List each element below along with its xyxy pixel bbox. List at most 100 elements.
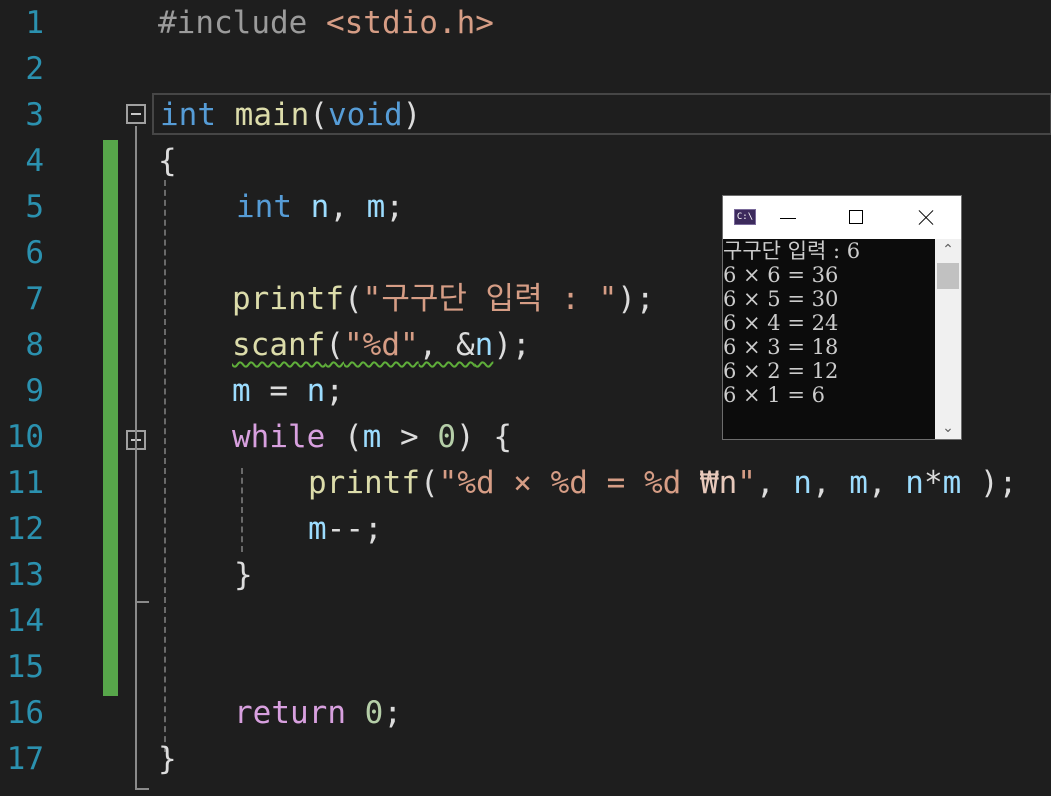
function-name: printf — [308, 465, 420, 501]
console-app-icon: C:\ — [734, 209, 756, 225]
close-icon[interactable] — [914, 206, 938, 230]
keyword: int — [160, 97, 216, 133]
code-line-4[interactable]: { — [158, 138, 177, 184]
outline-bracket-while-end — [135, 601, 149, 603]
punctuation: ( — [309, 97, 328, 133]
line-number: 11 — [6, 465, 44, 501]
line-number: 7 — [25, 281, 44, 317]
line-number: 3 — [25, 97, 44, 133]
punctuation: ; — [383, 695, 402, 731]
outline-bracket-while — [135, 452, 137, 602]
line-number: 4 — [25, 143, 44, 179]
code-line-16[interactable]: return 0; — [234, 690, 402, 736]
preprocessor-directive: #include — [158, 5, 308, 41]
code-line-13[interactable]: } — [234, 552, 253, 598]
code-line-17[interactable]: } — [158, 736, 177, 782]
variable: m — [849, 465, 868, 501]
line-number: 17 — [6, 741, 44, 777]
line-number: 13 — [6, 557, 44, 593]
line-number: 5 — [25, 189, 44, 225]
line-number: 1 — [25, 5, 44, 41]
line-number: 14 — [6, 603, 44, 639]
string-literal: "구구단 입력 : " — [362, 281, 618, 317]
operator: = — [250, 373, 307, 409]
line-number: 10 — [6, 419, 44, 455]
console-line: 구구단 입력 : 6 — [723, 239, 861, 263]
console-output: 구구단 입력 : 6 6 × 6 = 36 6 × 5 = 30 6 × 4 =… — [723, 239, 935, 439]
punctuation: ; — [385, 189, 405, 225]
punctuation: , — [811, 465, 850, 501]
console-line: 6 × 2 = 12 — [723, 359, 839, 383]
variable: m — [942, 465, 962, 501]
variable: m — [232, 373, 251, 409]
punctuation: ) — [402, 97, 422, 133]
line-number: 16 — [6, 695, 44, 731]
string-literal: " — [737, 465, 756, 501]
collapse-main-icon[interactable] — [126, 104, 146, 124]
line-number: 2 — [25, 51, 44, 87]
code-line-1[interactable]: #include <stdio.h> — [158, 0, 494, 46]
scroll-up-icon[interactable]: ⌃ — [935, 239, 961, 261]
function-name: printf — [232, 281, 344, 317]
control-keyword: return — [234, 695, 346, 731]
variable: m — [366, 189, 386, 225]
variable: n — [793, 465, 812, 501]
control-keyword: while — [232, 419, 326, 455]
console-window[interactable]: C:\ 구구단 입력 : 6 6 × 6 = 36 6 × 5 = 30 6 ×… — [722, 195, 962, 440]
punctuation: ( — [325, 419, 363, 455]
console-line: 6 × 5 = 30 — [723, 287, 839, 311]
punctuation: , — [755, 465, 794, 501]
include-header: <stdio.h> — [325, 5, 494, 41]
variable: n — [474, 327, 494, 363]
scrollbar-thumb[interactable] — [937, 263, 959, 289]
console-line: 6 × 3 = 18 — [723, 335, 839, 359]
line-number: 9 — [25, 373, 44, 409]
change-tracking-bar — [103, 140, 118, 696]
operator: * — [923, 465, 943, 501]
code-line-9[interactable]: m = n; — [232, 368, 344, 414]
maximize-icon[interactable] — [845, 206, 869, 230]
string-literal: "%d × %d = %d — [438, 465, 700, 501]
code-line-5[interactable]: int n, m; — [236, 184, 404, 230]
line-number: 15 — [6, 649, 44, 685]
variable: n — [310, 189, 330, 225]
number-literal: 0 — [437, 419, 456, 455]
line-number: 12 — [6, 511, 44, 547]
operator: --; — [326, 511, 383, 547]
punctuation: , — [867, 465, 906, 501]
number-literal: 0 — [364, 695, 384, 731]
punctuation: ); — [961, 465, 1018, 501]
punctuation: , & — [418, 327, 475, 363]
punctuation: ); — [493, 327, 531, 363]
punctuation: ) { — [456, 419, 512, 455]
variable: m — [362, 419, 382, 455]
code-line-11[interactable]: printf("%d × %d = %d ₩n", n, m, n*m ); — [308, 460, 1017, 506]
minimize-icon[interactable] — [777, 206, 801, 230]
console-scrollbar[interactable]: ⌃ ⌄ — [935, 239, 961, 439]
keyword: int — [236, 189, 292, 225]
punctuation: ); — [617, 281, 655, 317]
indent-guide — [241, 468, 243, 552]
string-literal: "%d" — [344, 327, 419, 363]
operator: > — [381, 419, 438, 455]
variable: m — [308, 511, 327, 547]
code-line-3[interactable]: int main(void) — [160, 92, 421, 138]
scroll-down-icon[interactable]: ⌄ — [935, 417, 961, 439]
console-titlebar[interactable]: C:\ — [723, 196, 961, 239]
variable: n — [306, 373, 326, 409]
code-line-10[interactable]: while (m > 0) { — [232, 414, 512, 460]
code-line-12[interactable]: m--; — [308, 506, 383, 552]
code-line-7[interactable]: printf("구구단 입력 : "); — [232, 276, 655, 322]
punctuation: ; — [325, 373, 345, 409]
code-line-8[interactable]: scanf("%d", &n); — [232, 322, 531, 368]
punctuation: ( — [343, 281, 363, 317]
function-name: scanf — [232, 327, 326, 363]
console-line: 6 × 6 = 36 — [723, 263, 839, 287]
punctuation: , — [329, 189, 367, 225]
console-line: 6 × 4 = 24 — [723, 311, 839, 335]
console-line: 6 × 1 = 6 — [723, 383, 825, 407]
punctuation: ( — [325, 327, 344, 363]
line-number: 6 — [25, 235, 44, 271]
warning-squiggle[interactable]: scanf("%d", &n — [232, 327, 493, 363]
punctuation: ( — [419, 465, 439, 501]
